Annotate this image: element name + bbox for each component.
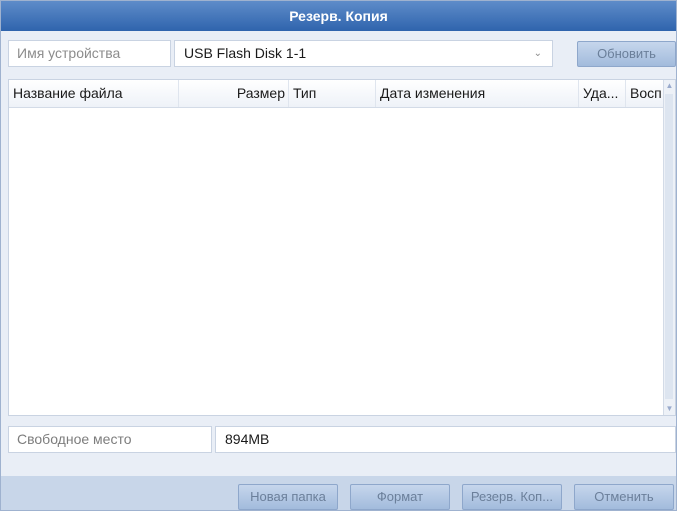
backup-dialog: Резерв. Копия Имя устройства USB Flash D… [0, 0, 677, 511]
free-space-value: 894MB [215, 426, 676, 453]
device-select[interactable]: USB Flash Disk 1-1 ⌄ [174, 40, 553, 67]
dialog-title: Резерв. Копия [1, 1, 676, 31]
action-bar: Новая папка Формат Резерв. Коп... Отмени… [1, 476, 676, 510]
arrow-down-icon[interactable]: ▼ [664, 403, 675, 415]
arrow-up-icon[interactable]: ▲ [664, 80, 675, 92]
column-header-size[interactable]: Размер [179, 80, 289, 107]
column-header-type[interactable]: Тип [289, 80, 376, 107]
free-space-label: Свободное место [8, 426, 212, 453]
file-table: Название файла Размер Тип Дата изменения… [8, 79, 676, 416]
cancel-button[interactable]: Отменить [574, 484, 674, 510]
refresh-button[interactable]: Обновить [577, 41, 676, 67]
device-name-label: Имя устройства [8, 40, 171, 67]
backup-button[interactable]: Резерв. Коп... [462, 484, 562, 510]
new-folder-button[interactable]: Новая папка [238, 484, 338, 510]
scrollbar-thumb[interactable] [665, 94, 673, 399]
column-header-play[interactable]: Восп [626, 80, 665, 107]
device-row: Имя устройства USB Flash Disk 1-1 ⌄ Обно… [8, 40, 676, 71]
column-header-modified[interactable]: Дата изменения [376, 80, 579, 107]
table-header: Название файла Размер Тип Дата изменения… [9, 80, 665, 108]
column-header-delete[interactable]: Уда... [579, 80, 626, 107]
device-select-value: USB Flash Disk 1-1 [184, 45, 307, 61]
format-button[interactable]: Формат [350, 484, 450, 510]
chevron-down-icon[interactable]: ⌄ [534, 41, 542, 66]
free-space-row: Свободное место 894MB [8, 426, 676, 453]
vertical-scrollbar[interactable]: ▲ ▼ [663, 80, 675, 415]
table-body [9, 108, 665, 415]
column-header-name[interactable]: Название файла [9, 80, 179, 107]
